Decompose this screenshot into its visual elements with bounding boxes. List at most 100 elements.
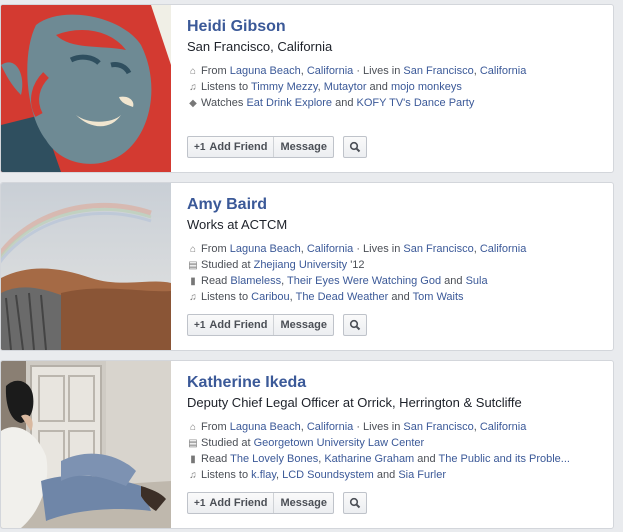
person-subtitle: Works at ACTCM	[187, 217, 288, 232]
detail-text: Listens to	[201, 81, 251, 93]
detail-text: · Lives in	[353, 65, 404, 77]
detail-text: From	[201, 65, 230, 77]
person-card-heidi: Heidi Gibson San Francisco, California ⌂…	[0, 4, 614, 173]
message-button[interactable]: Message	[273, 315, 332, 335]
friend-button-group: +1 Add Friend Message	[187, 314, 334, 336]
detail-link[interactable]: California	[307, 421, 353, 433]
detail-link[interactable]: Timmy Mezzy	[251, 81, 318, 93]
detail-line: ▮ Read The Lovely Bones, Katharine Graham…	[187, 451, 605, 467]
add-friend-icon: +1	[194, 498, 206, 509]
person-name-link[interactable]: Heidi Gibson	[187, 17, 605, 37]
add-friend-icon: +1	[194, 320, 206, 331]
detail-text: Listens to	[201, 469, 252, 481]
detail-link[interactable]: Katharine Graham	[324, 453, 414, 465]
detail-text: · Lives in	[353, 243, 404, 255]
detail-link[interactable]: The Lovely Bones	[230, 453, 318, 465]
add-friend-button[interactable]: +1 Add Friend	[188, 493, 273, 513]
detail-link[interactable]: San Francisco	[403, 65, 473, 77]
person-subtitle: San Francisco, California	[187, 39, 333, 54]
detail-line: ◆ Watches Eat Drink Explore and KOFY TV's…	[187, 95, 605, 111]
add-friend-button[interactable]: +1 Add Friend	[188, 137, 273, 157]
detail-line: ▤ Studied at Zhejiang University '12	[187, 257, 605, 273]
detail-text: and	[366, 81, 391, 93]
detail-line: ⌂ From Laguna Beach, California · Lives i…	[187, 419, 605, 435]
card-actions: +1 Add Friend Message	[187, 314, 368, 336]
detail-link[interactable]: Mutaytor	[324, 81, 367, 93]
person-name-link[interactable]: Katherine Ikeda	[187, 373, 605, 393]
music-note-icon: ♫	[189, 292, 197, 303]
detail-link[interactable]: California	[307, 65, 353, 77]
person-card-amy: Amy Baird Works at ACTCM ⌂ From Laguna Be…	[0, 182, 614, 351]
book-icon: ▮	[190, 276, 196, 287]
detail-link[interactable]: Georgetown University Law Center	[254, 437, 425, 449]
person-details: ⌂ From Laguna Beach, California · Lives i…	[187, 241, 605, 305]
search-button[interactable]	[343, 492, 368, 514]
person-subtitle: Deputy Chief Legal Officer at Orrick, He…	[187, 395, 522, 410]
add-friend-icon: +1	[194, 142, 206, 153]
detail-text: · Lives in	[353, 421, 404, 433]
detail-text: From	[201, 421, 230, 433]
detail-text: '12	[347, 259, 365, 271]
message-button[interactable]: Message	[273, 493, 332, 513]
detail-line: ⌂ From Laguna Beach, California · Lives i…	[187, 241, 605, 257]
detail-link[interactable]: Their Eyes Were Watching God	[287, 275, 441, 287]
person-info: Katherine Ikeda Deputy Chief Legal Offic…	[187, 373, 605, 483]
detail-link[interactable]: mojo monkeys	[391, 81, 462, 93]
search-button[interactable]	[343, 136, 368, 158]
person-details: ⌂ From Laguna Beach, California · Lives i…	[187, 63, 605, 111]
person-name-link[interactable]: Amy Baird	[187, 195, 605, 215]
person-info: Amy Baird Works at ACTCM ⌂ From Laguna Be…	[187, 195, 605, 305]
building-icon: ⌂	[189, 244, 197, 255]
detail-link[interactable]: Caribou	[251, 291, 290, 303]
detail-link[interactable]: The Dead Weather	[296, 291, 389, 303]
profile-photo[interactable]	[1, 5, 171, 172]
book-icon: ▮	[190, 454, 196, 465]
detail-link[interactable]: Zhejiang University	[254, 259, 348, 271]
detail-link[interactable]: Laguna Beach	[230, 421, 301, 433]
add-friend-button[interactable]: +1 Add Friend	[188, 315, 273, 335]
detail-line: ⌂ From Laguna Beach, California · Lives i…	[187, 63, 605, 79]
detail-link[interactable]: California	[480, 421, 526, 433]
graduation-cap-icon: ▤	[188, 260, 198, 271]
detail-text: From	[201, 243, 230, 255]
detail-text: and	[414, 453, 439, 465]
search-icon	[349, 497, 361, 509]
detail-text: Listens to	[201, 291, 252, 303]
message-button[interactable]: Message	[273, 137, 332, 157]
person-info: Heidi Gibson San Francisco, California ⌂…	[187, 17, 605, 111]
detail-link[interactable]: California	[480, 65, 526, 77]
detail-line: ▮ Read Blameless, Their Eyes Were Watchin…	[187, 273, 605, 289]
profile-photo[interactable]	[1, 361, 171, 528]
detail-link[interactable]: The Public and its Proble...	[439, 453, 570, 465]
detail-text: and	[332, 97, 357, 109]
detail-text: and	[373, 469, 399, 481]
detail-link[interactable]: California	[307, 243, 353, 255]
add-friend-label: Add Friend	[209, 141, 268, 153]
tag-icon: ◆	[189, 98, 197, 109]
detail-link[interactable]: California	[480, 243, 526, 255]
detail-link[interactable]: Blameless	[230, 275, 281, 287]
detail-link[interactable]: Laguna Beach	[230, 65, 301, 77]
add-friend-label: Add Friend	[209, 319, 268, 331]
detail-text: and	[388, 291, 413, 303]
search-button[interactable]	[343, 314, 368, 336]
building-icon: ⌂	[189, 66, 197, 77]
detail-text: Watches	[201, 97, 247, 109]
detail-text: Studied at	[201, 437, 254, 449]
music-note-icon: ♫	[189, 470, 197, 481]
detail-link[interactable]: Tom Waits	[413, 291, 464, 303]
detail-link[interactable]: k.flay	[251, 469, 276, 481]
profile-photo[interactable]	[1, 183, 171, 350]
detail-link[interactable]: Sula	[466, 275, 488, 287]
detail-link[interactable]: LCD Soundsystem	[282, 469, 374, 481]
detail-link[interactable]: San Francisco	[403, 421, 473, 433]
friend-button-group: +1 Add Friend Message	[187, 136, 334, 158]
detail-line: ♫ Listens to Timmy Mezzy, Mutaytor and mo…	[187, 79, 605, 95]
music-note-icon: ♫	[189, 82, 197, 93]
detail-link[interactable]: San Francisco	[403, 243, 473, 255]
detail-link[interactable]: KOFY TV's Dance Party	[357, 97, 475, 109]
detail-link[interactable]: Laguna Beach	[230, 243, 301, 255]
detail-link[interactable]: Eat Drink Explore	[246, 97, 332, 109]
building-icon: ⌂	[189, 422, 197, 433]
detail-link[interactable]: Sia Furler	[398, 469, 446, 481]
